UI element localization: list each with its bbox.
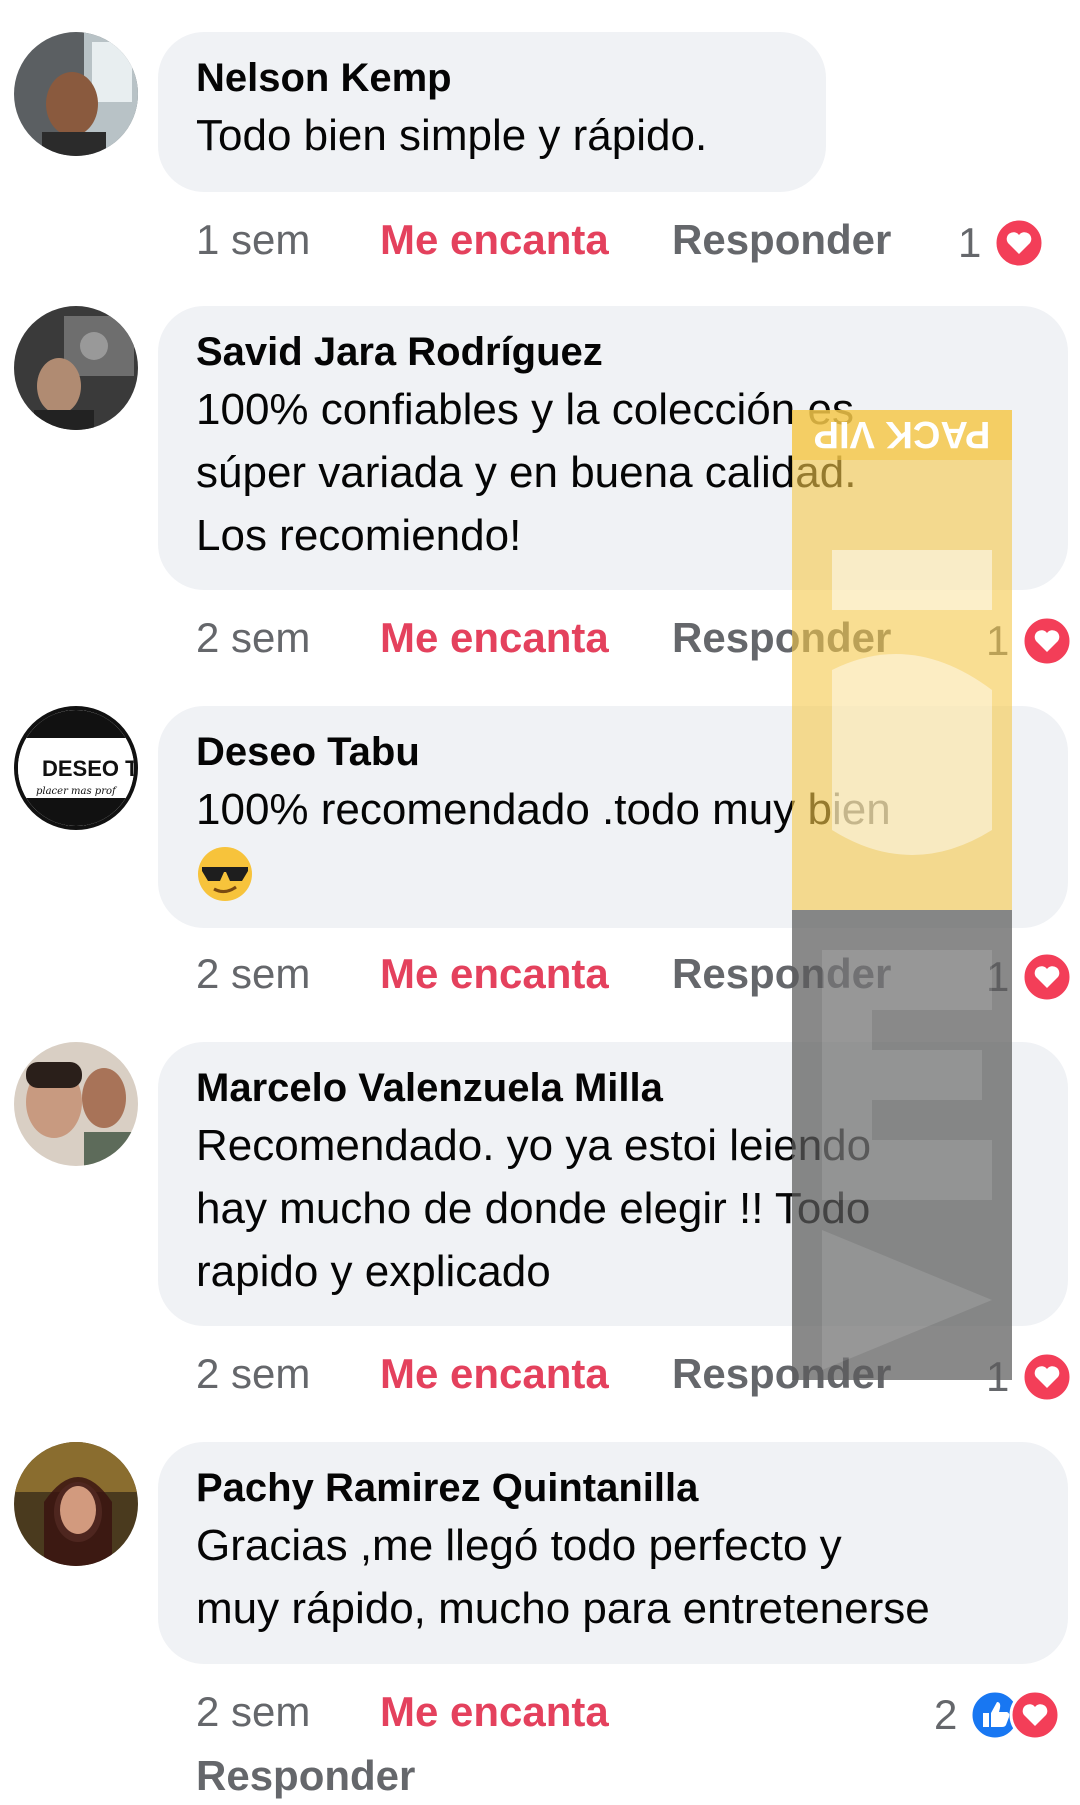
heart-icon — [1021, 615, 1073, 667]
heart-icon — [993, 217, 1045, 269]
avatar[interactable] — [14, 32, 138, 156]
reaction-count: 1 — [986, 952, 1010, 1000]
comment-actions: 1 sem Me encanta Responder — [196, 214, 891, 266]
reaction-count: 1 — [986, 616, 1010, 664]
avatar[interactable] — [14, 1442, 138, 1566]
sunglasses-emoji-icon — [198, 847, 252, 901]
comment-text-line: súper variada y en buena calidad. — [196, 448, 857, 497]
comment-author[interactable]: Deseo Tabu — [196, 726, 1032, 778]
comment-timestamp[interactable]: 2 sem — [196, 1686, 380, 1738]
reaction-summary[interactable]: 1 — [958, 214, 1045, 269]
comment-actions: 2 sem Me encanta Responder — [196, 612, 891, 664]
love-reaction-button[interactable]: Me encanta — [380, 214, 672, 266]
heart-icon — [1009, 1689, 1061, 1741]
heart-icon — [1021, 1351, 1073, 1403]
comment-text-line: 100% confiables y la colección es — [196, 385, 854, 434]
comment-bubble: Deseo Tabu 100% recomendado .todo muy bi… — [158, 706, 1068, 928]
reaction-count: 2 — [934, 1690, 958, 1738]
reply-button[interactable]: Responder — [672, 948, 891, 1000]
comment-text-line: Recomendado. yo ya estoi leiendo — [196, 1121, 872, 1170]
reply-button[interactable]: Responder — [672, 1348, 891, 1400]
love-reaction-button[interactable]: Me encanta — [380, 612, 672, 664]
comment-timestamp[interactable]: 1 sem — [196, 214, 380, 266]
avatar[interactable]: DESEO T/ placer mas prof — [14, 706, 138, 830]
heart-icon — [1021, 951, 1073, 1003]
avatar-logo-subtext: placer mas prof — [36, 786, 118, 797]
reaction-summary[interactable]: 2 — [934, 1686, 1061, 1741]
comment-author[interactable]: Marcelo Valenzuela Milla — [196, 1062, 1032, 1114]
comment-bubble: Savid Jara Rodríguez 100% confiables y l… — [158, 306, 1068, 590]
comment-text-line: rapido y explicado — [196, 1247, 551, 1296]
comment-timestamp[interactable]: 2 sem — [196, 1348, 380, 1400]
reaction-summary[interactable]: 1 — [986, 948, 1073, 1003]
reply-button[interactable]: Responder — [672, 612, 891, 664]
comment-text-line: Los recomiendo! — [196, 511, 522, 560]
comment-bubble: Pachy Ramirez Quintanilla Gracias ,me ll… — [158, 1442, 1068, 1664]
reaction-count: 1 — [958, 218, 982, 266]
reaction-summary[interactable]: 1 — [986, 1348, 1073, 1403]
avatar-logo-text: DESEO T/ — [42, 756, 134, 781]
love-reaction-button[interactable]: Me encanta — [380, 1348, 672, 1400]
comment-author[interactable]: Pachy Ramirez Quintanilla — [196, 1462, 1032, 1514]
love-reaction-button[interactable]: Me encanta — [380, 948, 672, 1000]
comment-text: Todo bien simple y rápido. — [196, 111, 708, 160]
avatar[interactable] — [14, 306, 138, 430]
avatar[interactable] — [14, 1042, 138, 1166]
comment-actions: 2 sem Me encanta Responder — [196, 948, 891, 1000]
reaction-count: 1 — [986, 1352, 1010, 1400]
comment-actions: 2 sem Me encanta Responder — [196, 1348, 891, 1400]
comment-bubble: Marcelo Valenzuela Milla Recomendado. yo… — [158, 1042, 1068, 1326]
comment-author[interactable]: Savid Jara Rodríguez — [196, 326, 1032, 378]
comment-timestamp[interactable]: 2 sem — [196, 948, 380, 1000]
reply-button[interactable]: Responder — [196, 1750, 415, 1802]
love-reaction-button[interactable]: Me encanta — [380, 1686, 672, 1738]
comment-text: 100% recomendado .todo muy bien — [196, 785, 891, 834]
comment-bubble: Nelson Kemp Todo bien simple y rápido. — [158, 32, 826, 192]
reaction-summary[interactable]: 1 — [986, 612, 1073, 667]
reply-button[interactable]: Responder — [672, 214, 891, 266]
comment-author[interactable]: Nelson Kemp — [196, 52, 790, 104]
comment-actions: 2 sem Me encanta — [196, 1686, 672, 1738]
comment-text-line: hay mucho de donde elegir !! Todo — [196, 1184, 871, 1233]
comment-timestamp[interactable]: 2 sem — [196, 612, 380, 664]
comment-text-line: Gracias ,me llegó todo perfecto y — [196, 1521, 842, 1570]
comment-text-line: muy rápido, mucho para entretenerse — [196, 1584, 930, 1633]
